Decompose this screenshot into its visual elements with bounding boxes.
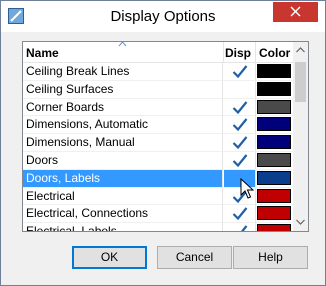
list-row[interactable]: Dimensions, Manual bbox=[23, 134, 293, 152]
row-name[interactable]: Dimensions, Automatic bbox=[23, 116, 223, 134]
list-row[interactable]: Doors bbox=[23, 151, 293, 170]
disp-checkbox[interactable] bbox=[224, 63, 256, 80]
row-name[interactable]: Dimensions, Manual bbox=[23, 134, 223, 152]
checkmark-icon bbox=[232, 207, 248, 221]
scroll-down-button[interactable] bbox=[293, 214, 308, 231]
disp-checkbox[interactable] bbox=[224, 205, 256, 223]
header-divider[interactable] bbox=[223, 42, 224, 62]
row-name[interactable]: Electrical bbox=[23, 187, 223, 205]
title-bar[interactable]: Display Options bbox=[1, 1, 325, 32]
row-name[interactable]: Corner Boards bbox=[23, 98, 223, 116]
close-button[interactable] bbox=[273, 2, 318, 22]
row-name[interactable]: Doors, Labels bbox=[23, 169, 223, 187]
color-swatch[interactable] bbox=[257, 170, 291, 185]
color-swatch[interactable] bbox=[257, 152, 291, 167]
color-swatch[interactable] bbox=[257, 224, 291, 231]
color-swatch[interactable] bbox=[257, 117, 291, 132]
list-row[interactable]: Dimensions, Automatic bbox=[23, 116, 293, 135]
close-icon bbox=[290, 6, 301, 17]
ok-button[interactable]: OK bbox=[72, 246, 147, 269]
help-button[interactable]: Help bbox=[233, 246, 308, 269]
chevron-down-icon bbox=[296, 219, 305, 225]
checkmark-icon bbox=[232, 65, 248, 79]
list-row[interactable]: Ceiling Break Lines bbox=[23, 63, 293, 81]
color-swatch[interactable] bbox=[257, 99, 291, 114]
display-options-dialog: Display Options Name Disp Color Ceiling … bbox=[0, 0, 326, 286]
disp-checkbox[interactable] bbox=[224, 116, 256, 134]
list-row[interactable]: Electrical, Labels bbox=[23, 223, 293, 231]
row-name[interactable]: Doors bbox=[23, 151, 223, 169]
disp-checkbox[interactable] bbox=[224, 80, 256, 98]
disp-checkbox[interactable] bbox=[224, 98, 256, 116]
list-row[interactable]: Corner Boards bbox=[23, 98, 293, 117]
cancel-button[interactable]: Cancel bbox=[157, 246, 232, 269]
color-swatch[interactable] bbox=[257, 206, 291, 221]
list-row[interactable]: Ceiling Surfaces bbox=[23, 80, 293, 99]
mouse-pointer-icon bbox=[240, 178, 254, 199]
row-name[interactable]: Electrical, Labels bbox=[23, 223, 223, 231]
list-rows: Ceiling Break Lines Ceiling Surfaces Corne… bbox=[23, 63, 293, 231]
scroll-thumb[interactable] bbox=[295, 62, 306, 102]
checkmark-icon bbox=[232, 100, 248, 114]
list-row[interactable]: Electrical, Connections bbox=[23, 205, 293, 224]
sort-ascending-icon bbox=[118, 42, 127, 47]
chevron-up-icon bbox=[296, 47, 305, 53]
column-header-disp[interactable]: Disp bbox=[225, 46, 251, 60]
row-name[interactable]: Electrical, Connections bbox=[23, 205, 223, 223]
list-header: Name Disp Color bbox=[23, 42, 308, 63]
row-name[interactable]: Ceiling Break Lines bbox=[23, 63, 223, 80]
display-options-list[interactable]: Name Disp Color Ceiling Break Lines Ceili… bbox=[22, 41, 309, 232]
vertical-scrollbar[interactable] bbox=[293, 42, 308, 231]
disp-checkbox[interactable] bbox=[224, 134, 256, 152]
checkmark-icon bbox=[232, 154, 248, 168]
checkmark-icon bbox=[232, 118, 248, 132]
color-swatch[interactable] bbox=[257, 81, 291, 96]
color-swatch[interactable] bbox=[257, 135, 291, 150]
checkmark-icon bbox=[241, 225, 248, 231]
scroll-up-button[interactable] bbox=[293, 42, 308, 59]
color-swatch[interactable] bbox=[257, 188, 291, 203]
row-name[interactable]: Ceiling Surfaces bbox=[23, 80, 223, 98]
column-header-name[interactable]: Name bbox=[26, 46, 59, 60]
color-swatch[interactable] bbox=[257, 64, 291, 78]
disp-checkbox[interactable] bbox=[224, 223, 256, 231]
checkmark-icon bbox=[232, 136, 248, 150]
header-divider[interactable] bbox=[255, 42, 256, 62]
disp-checkbox[interactable] bbox=[224, 151, 256, 169]
column-header-color[interactable]: Color bbox=[259, 46, 290, 60]
